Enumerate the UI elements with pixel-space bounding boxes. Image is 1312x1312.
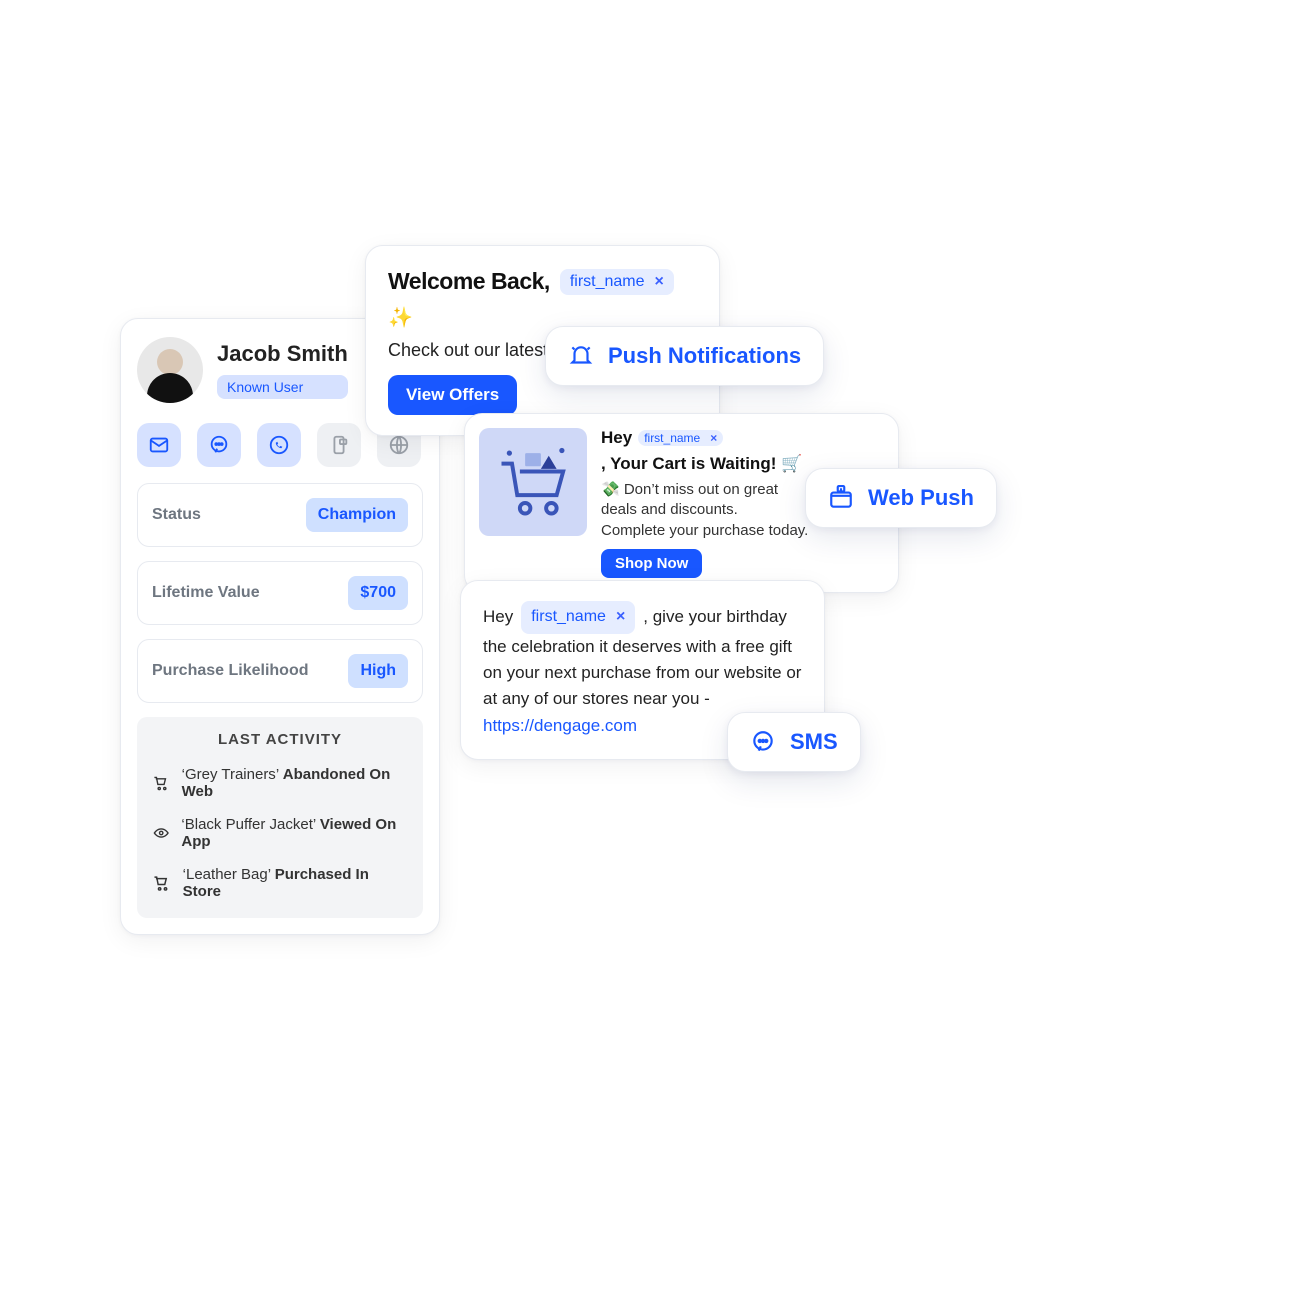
- birthday-line3: on your next purchase from our website o…: [483, 660, 802, 686]
- sms-label: SMS: [790, 729, 838, 755]
- activity-text: ‘Grey Trainers’ Abandoned On Web: [182, 766, 407, 800]
- close-icon[interactable]: ×: [616, 605, 625, 630]
- activity-text: ‘Leather Bag’ Purchased In Store: [183, 866, 407, 900]
- push-notifications-label: Push Notifications: [608, 343, 801, 369]
- variable-chip[interactable]: first_name×: [560, 269, 674, 295]
- whatsapp-icon[interactable]: [257, 423, 301, 467]
- status-label: Status: [152, 506, 201, 524]
- eye-icon: [153, 824, 169, 842]
- field-likelihood: Purchase Likelihood High: [137, 639, 423, 703]
- user-type-chip: Known User: [217, 375, 348, 399]
- status-value: Champion: [306, 498, 408, 532]
- field-status: Status Champion: [137, 483, 423, 547]
- email-icon[interactable]: [137, 423, 181, 467]
- chat-icon[interactable]: [197, 423, 241, 467]
- avatar: [137, 337, 203, 403]
- close-icon[interactable]: ×: [655, 273, 664, 291]
- birthday-prefix: Hey: [483, 604, 513, 630]
- web-push-icon: [828, 485, 854, 511]
- sparkle-icon: ✨: [388, 305, 413, 330]
- welcome-title: Welcome Back,: [388, 268, 550, 295]
- field-ltv: Lifetime Value $700: [137, 561, 423, 625]
- birthday-link[interactable]: https://dengage.com: [483, 716, 637, 735]
- ltv-label: Lifetime Value: [152, 584, 260, 602]
- cart-title-suffix: , Your Cart is Waiting! 🛒: [601, 454, 802, 474]
- shop-now-button[interactable]: Shop Now: [601, 549, 702, 578]
- close-icon[interactable]: ×: [710, 431, 717, 445]
- push-notifications-pill[interactable]: Push Notifications: [545, 326, 824, 386]
- last-activity-box: LAST ACTIVITY ‘Grey Trainers’ Abandoned …: [137, 717, 423, 918]
- chat-icon: [750, 729, 776, 755]
- likelihood-value: High: [348, 654, 408, 688]
- last-activity-title: LAST ACTIVITY: [151, 731, 409, 748]
- activity-row: ‘Grey Trainers’ Abandoned On Web: [151, 760, 409, 810]
- device-icon[interactable]: [317, 423, 361, 467]
- cart-title-prefix: Hey: [601, 428, 632, 448]
- likelihood-label: Purchase Likelihood: [152, 662, 308, 680]
- activity-text: ‘Black Puffer Jacket’ Viewed On App: [181, 816, 407, 850]
- sms-pill[interactable]: SMS: [727, 712, 861, 772]
- ltv-value: $700: [348, 576, 408, 610]
- cart-icon: [153, 774, 170, 792]
- bell-icon: [568, 343, 594, 369]
- cart-icon: [153, 874, 171, 892]
- activity-row: ‘Black Puffer Jacket’ Viewed On App: [151, 810, 409, 860]
- web-push-label: Web Push: [868, 485, 974, 511]
- activity-row: ‘Leather Bag’ Purchased In Store: [151, 860, 409, 910]
- cart-illustration: [479, 428, 587, 536]
- birthday-line2: the celebration it deserves with a free …: [483, 634, 802, 660]
- birthday-line1-suffix: , give your birthday: [643, 604, 787, 630]
- web-push-pill[interactable]: Web Push: [805, 468, 997, 528]
- birthday-line4: at any of our stores near you -: [483, 686, 802, 712]
- variable-chip[interactable]: first_name×: [638, 430, 723, 446]
- variable-chip[interactable]: first_name×: [521, 601, 635, 634]
- view-offers-button[interactable]: View Offers: [388, 375, 517, 415]
- profile-name: Jacob Smith: [217, 341, 348, 367]
